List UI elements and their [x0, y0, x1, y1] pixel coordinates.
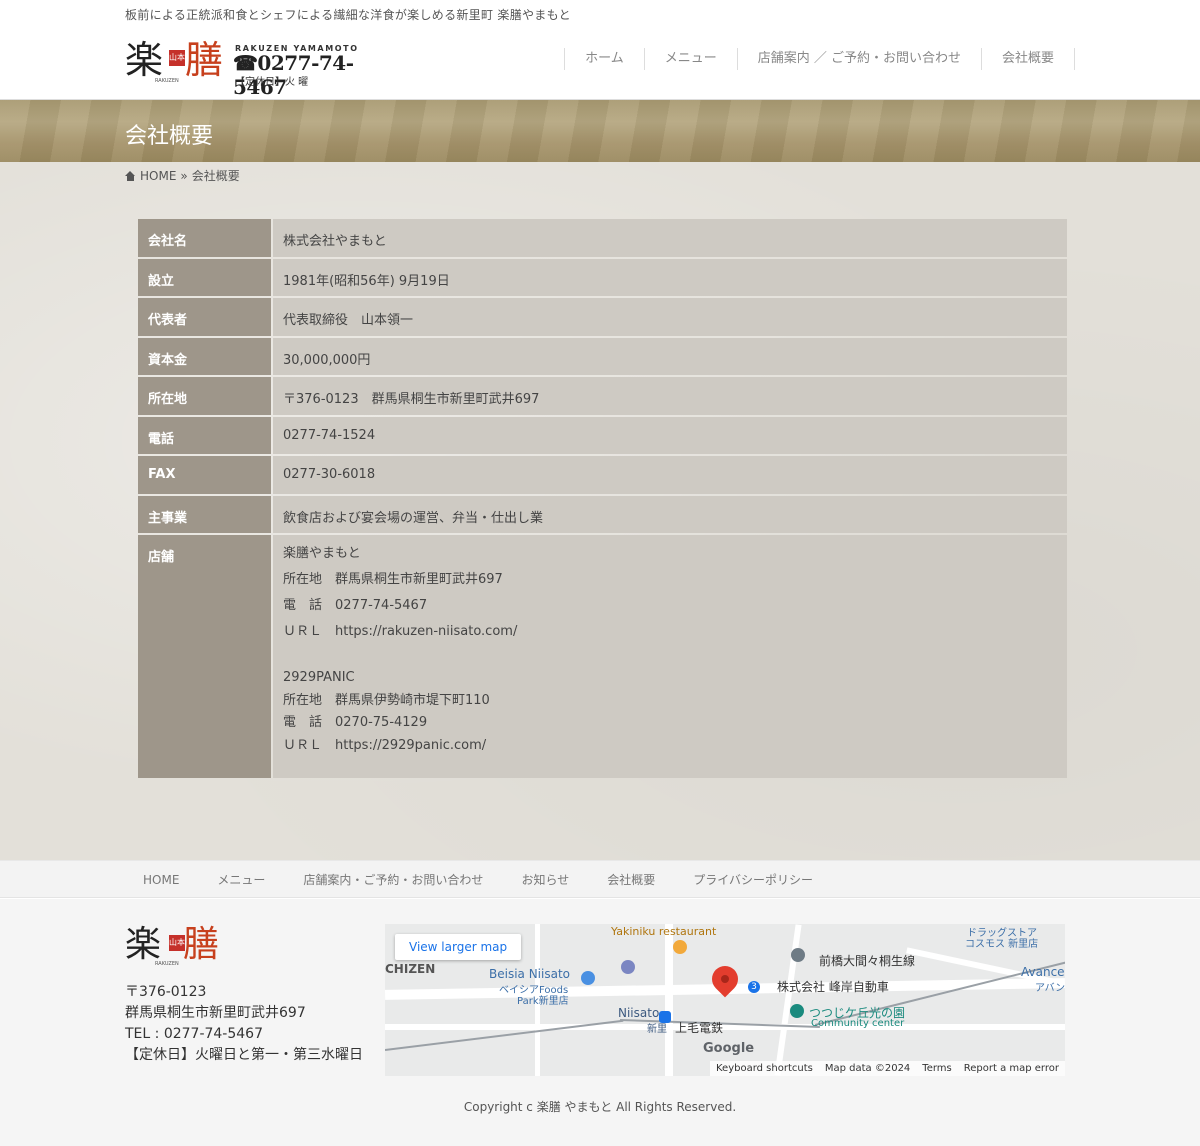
- store1-address: 所在地 群馬県桐生市新里町武井697: [283, 572, 503, 587]
- site-logo[interactable]: 楽膳 山本 RAKUZEN RAKUZEN YAMAMOTO ☎0277-74-…: [125, 36, 375, 99]
- map-label-joumou: 上毛電鉄: [675, 1021, 724, 1035]
- map-label-chizen: CHIZEN: [385, 962, 436, 976]
- table-row: 電話 0277-74-1524: [138, 416, 1067, 454]
- global-nav: ホーム メニュー 店舗案内 ／ ご予約・お問い合わせ 会社概要: [564, 48, 1075, 70]
- row-label: 電話: [138, 416, 271, 454]
- footer-logo-seal: 山本: [169, 935, 185, 951]
- route-shield: 3: [748, 981, 760, 993]
- map-label-drugstore2: コスモス 新里店: [965, 939, 1039, 950]
- place-icon[interactable]: [791, 948, 805, 962]
- footer-logo-romaji: RAKUZEN: [155, 961, 179, 967]
- google-logo: Google: [703, 1041, 755, 1056]
- footer-nav: HOME メニュー 店舗案内・ご予約・お問い合わせ お知らせ 会社概要 プライバ…: [0, 860, 1200, 898]
- map-label-niisato-en: Niisato: [618, 1006, 660, 1020]
- row-label: FAX: [138, 456, 271, 494]
- logo-romaji: RAKUZEN: [155, 78, 179, 84]
- cart-icon[interactable]: [581, 971, 595, 985]
- store1-url[interactable]: ＵＲＬ https://rakuzen-niisato.com/: [283, 619, 1057, 645]
- footer-nav-store-info[interactable]: 店舗案内・ご予約・お問い合わせ: [284, 861, 502, 899]
- view-larger-map-link[interactable]: View larger map: [395, 934, 522, 960]
- stores-cell: 楽膳やまもと 所在地 群馬県桐生市新里町武井697 電 話 0277-74-54…: [273, 535, 1067, 778]
- breadcrumb-separator: »: [180, 168, 188, 183]
- table-row: 代表者 代表取締役 山本領一: [138, 298, 1067, 336]
- footer-nav-home[interactable]: HOME: [124, 861, 198, 899]
- footer-logo[interactable]: 楽膳 山本 RAKUZEN: [125, 921, 245, 971]
- row-value: 代表取締役 山本領一: [273, 298, 1067, 336]
- store2-url[interactable]: ＵＲＬ https://2929panic.com/: [283, 735, 1057, 758]
- map-label-yakiniku: Yakiniku restaurant: [611, 925, 717, 938]
- map-label-avance: Avance: [1021, 965, 1065, 979]
- store2-tel: 電 話 0270-75-4129: [283, 715, 428, 730]
- row-value: 1981年(昭和56年) 9月19日: [273, 258, 1067, 296]
- map-report-error[interactable]: Report a map error: [964, 1063, 1059, 1074]
- google-map[interactable]: View larger map Yakiniku restaurant CHIZ…: [385, 924, 1065, 1076]
- row-label: 資本金: [138, 337, 271, 375]
- map-label-beisia-jp2: Park新里店: [517, 996, 569, 1007]
- breadcrumb: HOME » 会社概要: [125, 167, 240, 184]
- table-row-stores: 店舗 楽膳やまもと 所在地 群馬県桐生市新里町武井697 電 話 0277-74…: [138, 535, 1067, 778]
- footer-tel: TEL : 0277-74-5467: [125, 1026, 263, 1042]
- map-attribution: Keyboard shortcuts Map data ©2024 Terms …: [710, 1061, 1065, 1076]
- row-label: 代表者: [138, 298, 271, 336]
- page-title: 会社概要: [125, 124, 214, 149]
- copyright: Copyright c 楽膳 やまもと All Rights Reserved.: [463, 1100, 737, 1114]
- row-value: 30,000,000円: [273, 337, 1067, 375]
- logo-seal: 山本: [169, 50, 185, 66]
- nav-menu[interactable]: メニュー: [643, 48, 737, 70]
- map-label-route: 前橋大間々桐生線: [819, 954, 916, 968]
- restaurant-icon[interactable]: [673, 940, 687, 954]
- community-center-icon[interactable]: [790, 1004, 804, 1018]
- row-value: 飲食店および宴会場の運営、弁当・仕出し業: [273, 495, 1067, 533]
- site-tagline: 板前による正統派和食とシェフによる繊細な洋食が楽しめる新里町 楽膳やまもと: [125, 8, 571, 22]
- store2-name: 2929PANIC: [283, 670, 355, 685]
- row-label: 所在地: [138, 377, 271, 415]
- company-info-table: 会社名 株式会社やまもと 設立 1981年(昭和56年) 9月19日 代表者 代…: [136, 217, 1069, 780]
- table-row: 所在地 〒376-0123 群馬県桐生市新里町武井697: [138, 377, 1067, 415]
- footer-street: 群馬県桐生市新里町武井697: [125, 1005, 306, 1021]
- header-closed-day: 【定休日】火 曜: [235, 77, 309, 88]
- footer-nav-privacy[interactable]: プライバシーポリシー: [674, 861, 832, 899]
- nav-company[interactable]: 会社概要: [980, 48, 1075, 70]
- table-row: 設立 1981年(昭和56年) 9月19日: [138, 258, 1067, 296]
- nav-home[interactable]: ホーム: [564, 48, 644, 70]
- footer-address: 〒376-0123 群馬県桐生市新里町武井697 TEL : 0277-74-5…: [125, 982, 363, 1066]
- map-label-avance2: アバン: [1035, 983, 1065, 994]
- row-value: 株式会社やまもと: [273, 219, 1067, 257]
- map-data: Map data ©2024: [824, 1063, 911, 1074]
- train-station-icon[interactable]: [659, 1011, 671, 1023]
- footer-nav-company[interactable]: 会社概要: [588, 861, 674, 899]
- table-row: FAX 0277-30-6018: [138, 456, 1067, 494]
- site-header: 板前による正統派和食とシェフによる繊細な洋食が楽しめる新里町 楽膳やまもと 楽膳…: [0, 0, 1200, 100]
- row-label: 会社名: [138, 219, 271, 257]
- page-title-band: 会社概要: [0, 100, 1200, 162]
- store2-address: 所在地 群馬県伊勢崎市堤下町110: [283, 692, 490, 708]
- row-value: 0277-74-1524: [273, 416, 1067, 454]
- row-value: 0277-30-6018: [273, 456, 1067, 494]
- table-row: 主事業 飲食店および宴会場の運営、弁当・仕出し業: [138, 495, 1067, 533]
- row-value: 〒376-0123 群馬県桐生市新里町武井697: [273, 377, 1067, 415]
- footer-closed: 【定休日】火曜日と第一・第三水曜日: [125, 1047, 363, 1063]
- breadcrumb-current: 会社概要: [191, 169, 240, 183]
- shopping-icon[interactable]: [621, 960, 635, 974]
- map-label-beisia-en: Beisia Niisato: [489, 967, 570, 981]
- home-icon: [125, 170, 136, 181]
- map-keyboard-shortcuts[interactable]: Keyboard shortcuts: [716, 1063, 813, 1074]
- store1-tel: 電 話 0277-74-5467: [283, 598, 428, 613]
- main-content: HOME » 会社概要 会社名 株式会社やまもと 設立 1981年(昭和56年)…: [0, 162, 1200, 860]
- row-label: 店舗: [138, 535, 271, 778]
- footer-nav-menu[interactable]: メニュー: [198, 861, 284, 899]
- store1-name: 楽膳やまもと: [283, 546, 361, 561]
- table-row: 資本金 30,000,000円: [138, 337, 1067, 375]
- map-label-company: 株式会社 峰岸自動車: [777, 980, 889, 994]
- footer-nav-news[interactable]: お知らせ: [502, 861, 588, 899]
- breadcrumb-home[interactable]: HOME: [140, 169, 176, 183]
- row-label: 設立: [138, 258, 271, 296]
- row-label: 主事業: [138, 495, 271, 533]
- table-row: 会社名 株式会社やまもと: [138, 219, 1067, 257]
- map-terms[interactable]: Terms: [922, 1063, 951, 1074]
- nav-store-info[interactable]: 店舗案内 ／ ご予約・お問い合わせ: [736, 48, 981, 70]
- site-footer: 楽膳 山本 RAKUZEN 〒376-0123 群馬県桐生市新里町武井697 T…: [0, 899, 1200, 1146]
- map-label-park-en: Community center: [811, 1018, 905, 1029]
- footer-postal: 〒376-0123: [125, 984, 207, 1000]
